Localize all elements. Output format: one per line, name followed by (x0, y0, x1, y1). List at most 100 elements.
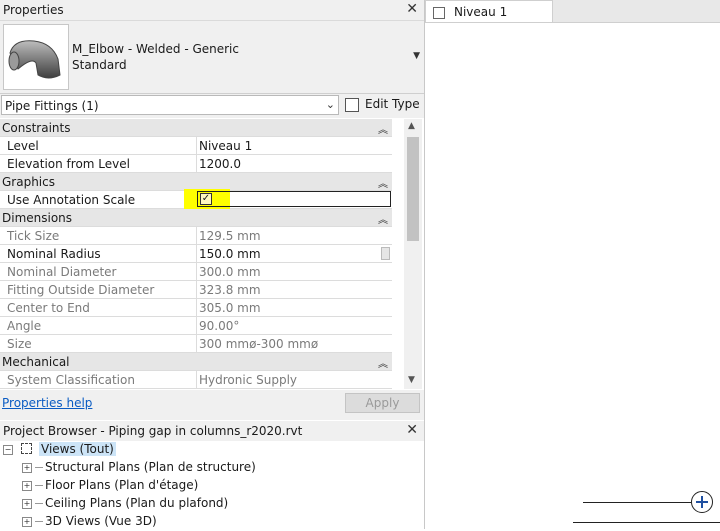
filter-row: Pipe Fittings (1) ⌄ Edit Type (0, 94, 424, 118)
grid-line-lower (573, 522, 720, 523)
view-area[interactable]: Niveau 1 (425, 0, 720, 529)
tree-root-label: Views (Tout) (39, 442, 116, 456)
group-mechanical[interactable]: Mechanical ︽ (0, 353, 392, 371)
param-value: Hydronic Supply (199, 373, 297, 387)
properties-scrollbar[interactable]: ▲ ▼ (404, 119, 422, 389)
expand-icon[interactable]: + (22, 517, 32, 527)
group-constraints[interactable]: Constraints ︽ (0, 119, 392, 137)
param-name: Elevation from Level (7, 157, 130, 171)
row-size[interactable]: Size 300 mmø-300 mmø (0, 335, 392, 353)
edit-type-button[interactable]: Edit Type (342, 95, 422, 115)
value-dropdown-icon[interactable] (381, 247, 390, 260)
column-divider (196, 317, 197, 335)
group-label: Constraints (2, 121, 71, 135)
param-value[interactable]: 150.0 mm (199, 247, 261, 261)
param-value: 129.5 mm (199, 229, 261, 243)
left-dock: Properties ✕ M_Elbow - Welded - Generic … (0, 0, 425, 529)
edit-type-icon (345, 98, 359, 112)
tree-connector (35, 467, 43, 468)
column-divider (196, 281, 197, 299)
row-center-to-end[interactable]: Center to End 305.0 mm (0, 299, 392, 317)
param-name: Angle (7, 319, 42, 333)
properties-header: Properties ✕ (0, 0, 424, 21)
project-browser-title: Project Browser - Piping gap in columns_… (3, 424, 303, 438)
view-tab-bar: Niveau 1 (425, 0, 720, 23)
param-value[interactable]: 1200.0 (199, 157, 241, 171)
group-label: Mechanical (2, 355, 70, 369)
param-name: Nominal Diameter (7, 265, 117, 279)
tree-connector (35, 503, 43, 504)
collapse-icon[interactable]: − (3, 445, 13, 455)
collapse-icon[interactable]: ︽ (378, 211, 388, 226)
param-name: Center to End (7, 301, 90, 315)
elbow-thumbnail (3, 24, 69, 90)
param-name: Tick Size (7, 229, 60, 243)
properties-title: Properties (3, 3, 64, 17)
grid-line (583, 502, 691, 503)
type-selector[interactable]: M_Elbow - Welded - Generic Standard ▼ (0, 21, 424, 94)
column-divider (196, 137, 197, 155)
column-divider (196, 371, 197, 389)
row-annotation-scale[interactable]: Use Annotation Scale ✓ (0, 189, 392, 209)
param-value: 300 mmø-300 mmø (199, 337, 319, 351)
expand-icon[interactable]: + (22, 499, 32, 509)
row-level[interactable]: Level Niveau 1 (0, 137, 392, 155)
type-name: M_Elbow - Welded - Generic Standard (72, 41, 239, 73)
column-divider (196, 227, 197, 245)
param-value: 90.00° (199, 319, 240, 333)
marker-v (701, 496, 703, 508)
tree-connector (35, 521, 43, 522)
param-name: Use Annotation Scale (7, 193, 136, 207)
column-divider (196, 155, 197, 173)
instance-filter-value: Pipe Fittings (1) (5, 99, 99, 113)
scroll-down-icon[interactable]: ▼ (408, 375, 415, 385)
chevron-down-icon: ⌄ (325, 98, 335, 111)
param-name: Level (7, 139, 39, 153)
properties-help-link[interactable]: Properties help (2, 396, 92, 410)
row-nominal-radius[interactable]: Nominal Radius 150.0 mm (0, 245, 392, 263)
column-divider (196, 335, 197, 353)
collapse-icon[interactable]: ︽ (378, 121, 388, 136)
row-elevation[interactable]: Elevation from Level 1200.0 (0, 155, 392, 173)
param-value: 300.0 mm (199, 265, 261, 279)
project-browser-tree: − Views (Tout) + Structural Plans (Plan … (0, 441, 424, 529)
row-tick-size[interactable]: Tick Size 129.5 mm (0, 227, 392, 245)
param-name: Nominal Radius (7, 247, 101, 261)
annotation-scale-cell[interactable] (197, 191, 391, 207)
properties-grid: Constraints ︽ Level Niveau 1 Elevation f… (0, 119, 404, 389)
collapse-icon[interactable]: ︽ (378, 175, 388, 190)
group-dimensions[interactable]: Dimensions ︽ (0, 209, 392, 227)
project-browser-header: Project Browser - Piping gap in columns_… (0, 421, 424, 442)
apply-button[interactable]: Apply (345, 393, 420, 413)
tree-item-label: Floor Plans (Plan d'étage) (45, 478, 199, 492)
scrollbar-thumb[interactable] (407, 137, 419, 241)
row-angle[interactable]: Angle 90.00° (0, 317, 392, 335)
row-fitting-outside-diameter[interactable]: Fitting Outside Diameter 323.8 mm (0, 281, 392, 299)
tree-item-label: Ceiling Plans (Plan du plafond) (45, 496, 229, 510)
param-name: System Classification (7, 373, 135, 387)
param-name: Size (7, 337, 32, 351)
row-nominal-diameter[interactable]: Nominal Diameter 300.0 mm (0, 263, 392, 281)
expand-icon[interactable]: + (22, 481, 32, 491)
edit-type-label: Edit Type (365, 97, 420, 111)
tab-niveau-1[interactable]: Niveau 1 (425, 0, 553, 22)
tree-connector (35, 485, 43, 486)
column-divider (196, 245, 197, 263)
close-icon[interactable]: ✕ (406, 422, 418, 438)
type-dropdown-icon[interactable]: ▼ (413, 51, 420, 61)
tree-item-label: Structural Plans (Plan de structure) (45, 460, 256, 474)
type-family: M_Elbow - Welded - Generic (72, 42, 239, 56)
scroll-up-icon[interactable]: ▲ (408, 121, 415, 131)
annotation-scale-checkbox[interactable]: ✓ (200, 193, 212, 205)
param-value: 305.0 mm (199, 301, 261, 315)
collapse-icon[interactable]: ︽ (378, 355, 388, 370)
param-value[interactable]: Niveau 1 (199, 139, 252, 153)
type-variant: Standard (72, 58, 127, 72)
close-icon[interactable]: ✕ (406, 1, 418, 17)
param-name: Fitting Outside Diameter (7, 283, 155, 297)
view-marker-icon[interactable] (691, 491, 713, 513)
instance-filter-dropdown[interactable]: Pipe Fittings (1) ⌄ (1, 95, 339, 115)
column-divider (196, 299, 197, 317)
expand-icon[interactable]: + (22, 463, 32, 473)
row-system-classification[interactable]: System Classification Hydronic Supply (0, 371, 392, 389)
